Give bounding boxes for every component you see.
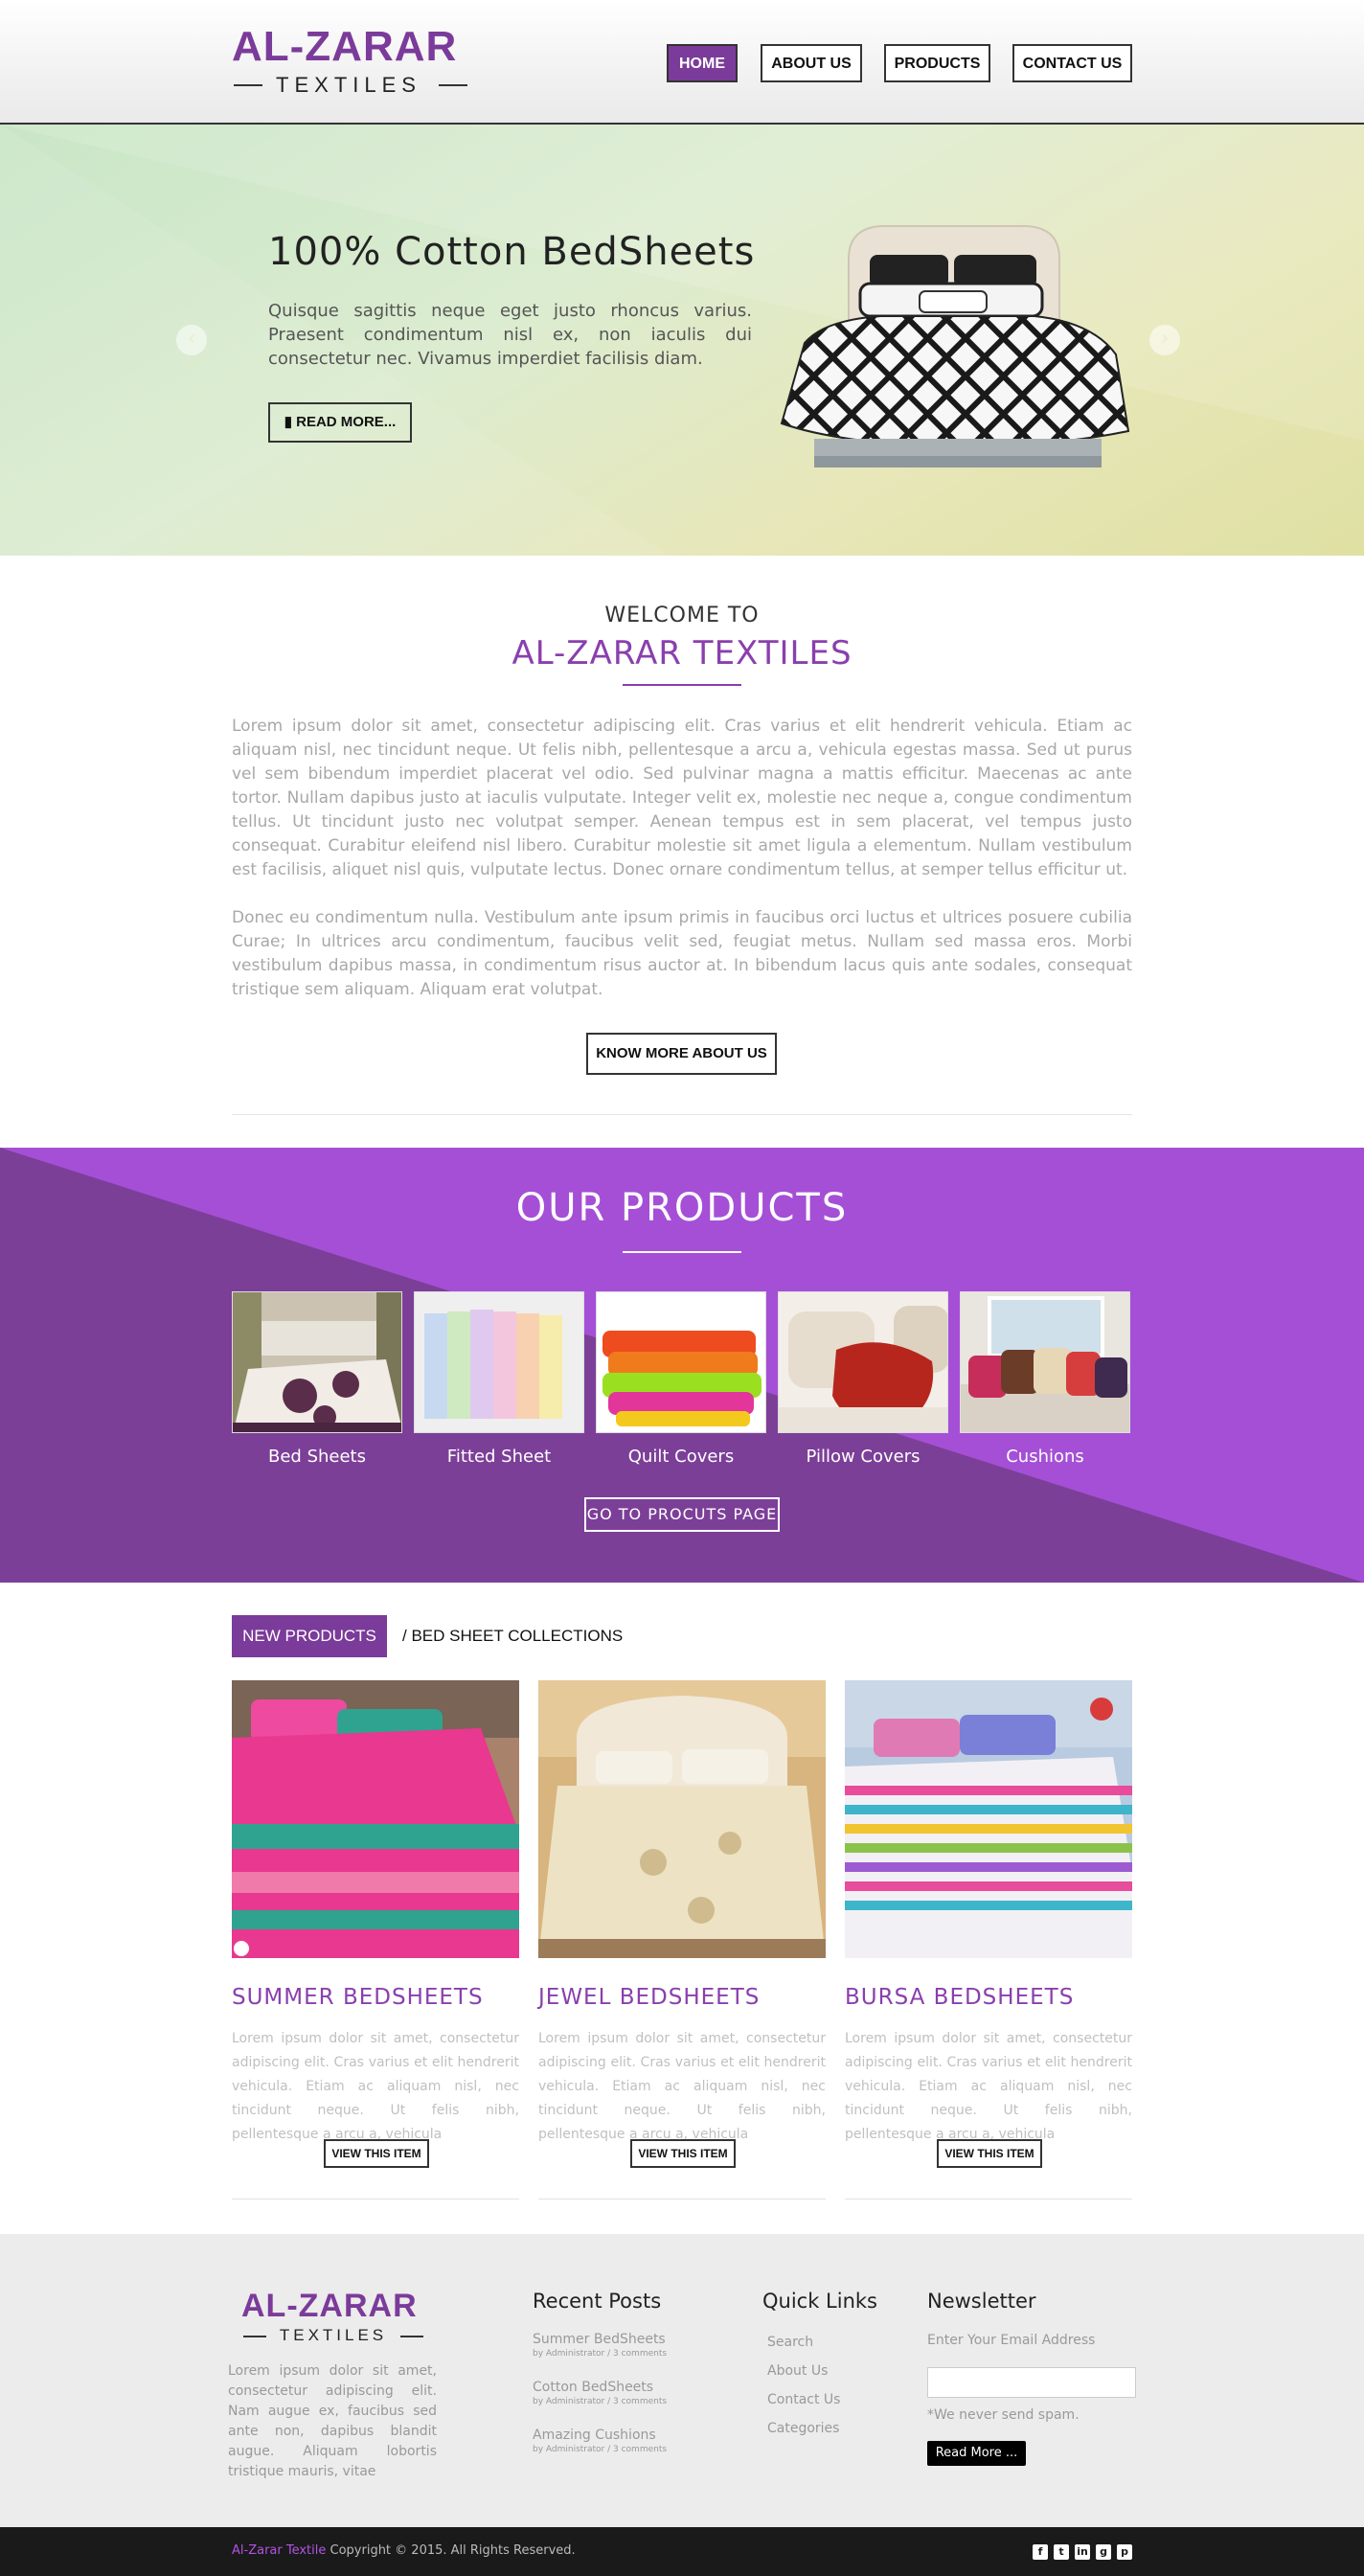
card-title-summer[interactable]: SUMMER BEDSHEETS — [232, 1985, 484, 2010]
card-divider-bursa — [845, 2199, 1132, 2200]
card-image-summer[interactable] — [232, 1680, 519, 1958]
copyright-brand[interactable]: Al-Zarar Textile — [232, 2543, 326, 2558]
products-heading: OUR PRODUCTS — [515, 1186, 849, 1230]
nav-contact-us[interactable]: CONTACT US — [1012, 44, 1132, 82]
product-label-fitted-sheet[interactable]: Fitted Sheet — [414, 1447, 584, 1467]
quick-links-heading: Quick Links — [762, 2290, 878, 2313]
quick-link-about-us[interactable]: About Us — [767, 2363, 828, 2379]
footer-logo-text[interactable]: AL-ZARAR — [241, 2288, 418, 2325]
recent-post-1[interactable]: Summer BedSheets — [533, 2332, 666, 2347]
copyright-text: Al-Zarar Textile Copyright © 2015. All R… — [232, 2543, 576, 2558]
card-text-bursa: Lorem ipsum dolor sit amet, consectetur … — [845, 2031, 1132, 2142]
pinterest-icon[interactable]: p — [1117, 2544, 1132, 2560]
know-more-button[interactable]: KNOW MORE ABOUT US — [586, 1033, 777, 1075]
recent-post-1-meta: by Administrator / 3 comments — [533, 2349, 668, 2359]
footer-logo-subtext: TEXTILES — [279, 2326, 388, 2344]
newsletter-email-input[interactable] — [927, 2367, 1136, 2398]
card-title-jewel[interactable]: JEWEL BEDSHEETS — [538, 1985, 760, 2010]
slider-prev-arrow[interactable]: ‹ — [176, 325, 207, 355]
site-footer: AL-ZARAR TEXTILES Lorem ipsum dolor sit … — [0, 2234, 1364, 2527]
card-title-bursa[interactable]: BURSA BEDSHEETS — [845, 1985, 1074, 2010]
hero-bed-image — [780, 225, 1130, 467]
logo-subtext: TEXTILES — [276, 73, 421, 97]
newsletter-heading: Newsletter — [927, 2290, 1036, 2313]
hero-text: Quisque sagittis neque eget justo rhoncu… — [268, 301, 752, 369]
bed-sheets-image — [233, 1292, 401, 1432]
welcome-paragraph-2: Donec eu condimentum nulla. Vestibulum a… — [232, 908, 1132, 999]
logo-text[interactable]: AL-ZARAR — [232, 23, 457, 71]
quick-link-categories[interactable]: Categories — [767, 2421, 839, 2436]
card-text-summer: Lorem ipsum dolor sit amet, consectetur … — [232, 2031, 519, 2142]
facebook-icon[interactable]: f — [1033, 2544, 1048, 2560]
welcome-underline — [623, 684, 741, 686]
newsletter-note: *We never send spam. — [927, 2407, 1080, 2423]
welcome-paragraph-1: Lorem ipsum dolor sit amet, consectetur … — [232, 717, 1132, 879]
product-label-quilt-covers[interactable]: Quilt Covers — [596, 1447, 766, 1467]
newsletter-submit-button[interactable]: Read More ... — [927, 2441, 1026, 2466]
googleplus-icon[interactable]: g — [1096, 2544, 1111, 2560]
fitted-sheet-image — [415, 1292, 583, 1432]
book-icon: ▮ — [284, 414, 297, 430]
logo-line-right — [439, 84, 467, 86]
recent-posts-heading: Recent Posts — [533, 2290, 662, 2313]
card-divider-summer — [232, 2199, 519, 2200]
logo-line-left — [234, 84, 262, 86]
recent-post-2[interactable]: Cotton BedSheets — [533, 2380, 653, 2395]
nav-about-us[interactable]: ABOUT US — [761, 44, 862, 82]
tab-new-products[interactable]: NEW PRODUCTS — [232, 1615, 387, 1657]
quilt-covers-image — [597, 1292, 765, 1432]
product-thumb-fitted-sheet[interactable] — [414, 1291, 584, 1433]
slider-next-arrow[interactable]: › — [1149, 325, 1180, 355]
section-divider — [232, 1114, 1132, 1115]
nav-products[interactable]: PRODUCTS — [884, 44, 990, 82]
pillow-covers-image — [779, 1292, 947, 1432]
hero-title: 100% Cotton BedSheets — [268, 230, 756, 274]
products-underline — [623, 1251, 741, 1253]
product-label-cushions[interactable]: Cushions — [960, 1447, 1130, 1467]
view-item-button-summer[interactable]: VIEW THIS ITEM — [324, 2139, 429, 2168]
newsletter-label: Enter Your Email Address — [927, 2333, 1096, 2348]
card-image-jewel[interactable] — [538, 1680, 826, 1958]
read-more-button[interactable]: ▮ READ MORE... — [268, 402, 412, 443]
quick-link-contact-us[interactable]: Contact Us — [767, 2392, 840, 2407]
card-text-jewel: Lorem ipsum dolor sit amet, consectetur … — [538, 2031, 826, 2142]
footer-logo-line-left — [243, 2336, 266, 2337]
bursa-bedsheets-image — [845, 1680, 1132, 1958]
welcome-heading: AL-ZARAR TEXTILES — [512, 634, 852, 672]
card-divider-jewel — [538, 2199, 826, 2200]
recent-post-3-meta: by Administrator / 3 comments — [533, 2445, 668, 2454]
footer-about-text: Lorem ipsum dolor sit amet, consectetur … — [228, 2363, 437, 2479]
products-section: OUR PRODUCTS Bed Sheets Fitted Sheet Qui… — [0, 1148, 1364, 1583]
cushions-image — [961, 1292, 1129, 1432]
view-item-button-bursa[interactable]: VIEW THIS ITEM — [937, 2139, 1042, 2168]
copyright-bar: Al-Zarar Textile Copyright © 2015. All R… — [0, 2527, 1364, 2576]
site-header: AL-ZARAR TEXTILES HOME ABOUT US PRODUCTS… — [0, 0, 1364, 125]
hero-slider: 100% Cotton BedSheets Quisque sagittis n… — [0, 125, 1364, 556]
product-thumb-cushions[interactable] — [960, 1291, 1130, 1433]
card-image-bursa[interactable] — [845, 1680, 1132, 1958]
product-thumb-pillow-covers[interactable] — [778, 1291, 948, 1433]
summer-bedsheets-image — [232, 1680, 519, 1958]
go-to-products-button[interactable]: GO TO PROCUTS PAGE — [584, 1497, 780, 1532]
welcome-small-heading: WELCOME TO — [604, 604, 760, 627]
product-thumb-quilt-covers[interactable] — [596, 1291, 766, 1433]
tab-bed-sheet-collections[interactable]: / BED SHEET COLLECTIONS — [402, 1615, 623, 1657]
product-label-bed-sheets[interactable]: Bed Sheets — [232, 1447, 402, 1467]
view-item-button-jewel[interactable]: VIEW THIS ITEM — [630, 2139, 736, 2168]
jewel-bedsheets-image — [538, 1680, 826, 1958]
footer-logo-line-right — [400, 2336, 423, 2337]
product-thumb-bed-sheets[interactable] — [232, 1291, 402, 1433]
product-label-pillow-covers[interactable]: Pillow Covers — [778, 1447, 948, 1467]
nav-home[interactable]: HOME — [667, 44, 738, 82]
quick-link-search[interactable]: Search — [767, 2335, 813, 2350]
linkedin-icon[interactable]: in — [1075, 2544, 1090, 2560]
twitter-icon[interactable]: t — [1054, 2544, 1069, 2560]
copyright-notice: Copyright © 2015. All Rights Reserved. — [326, 2543, 576, 2558]
recent-post-2-meta: by Administrator / 3 comments — [533, 2397, 668, 2406]
read-more-label: READ MORE... — [296, 414, 397, 430]
recent-post-3[interactable]: Amazing Cushions — [533, 2428, 656, 2443]
